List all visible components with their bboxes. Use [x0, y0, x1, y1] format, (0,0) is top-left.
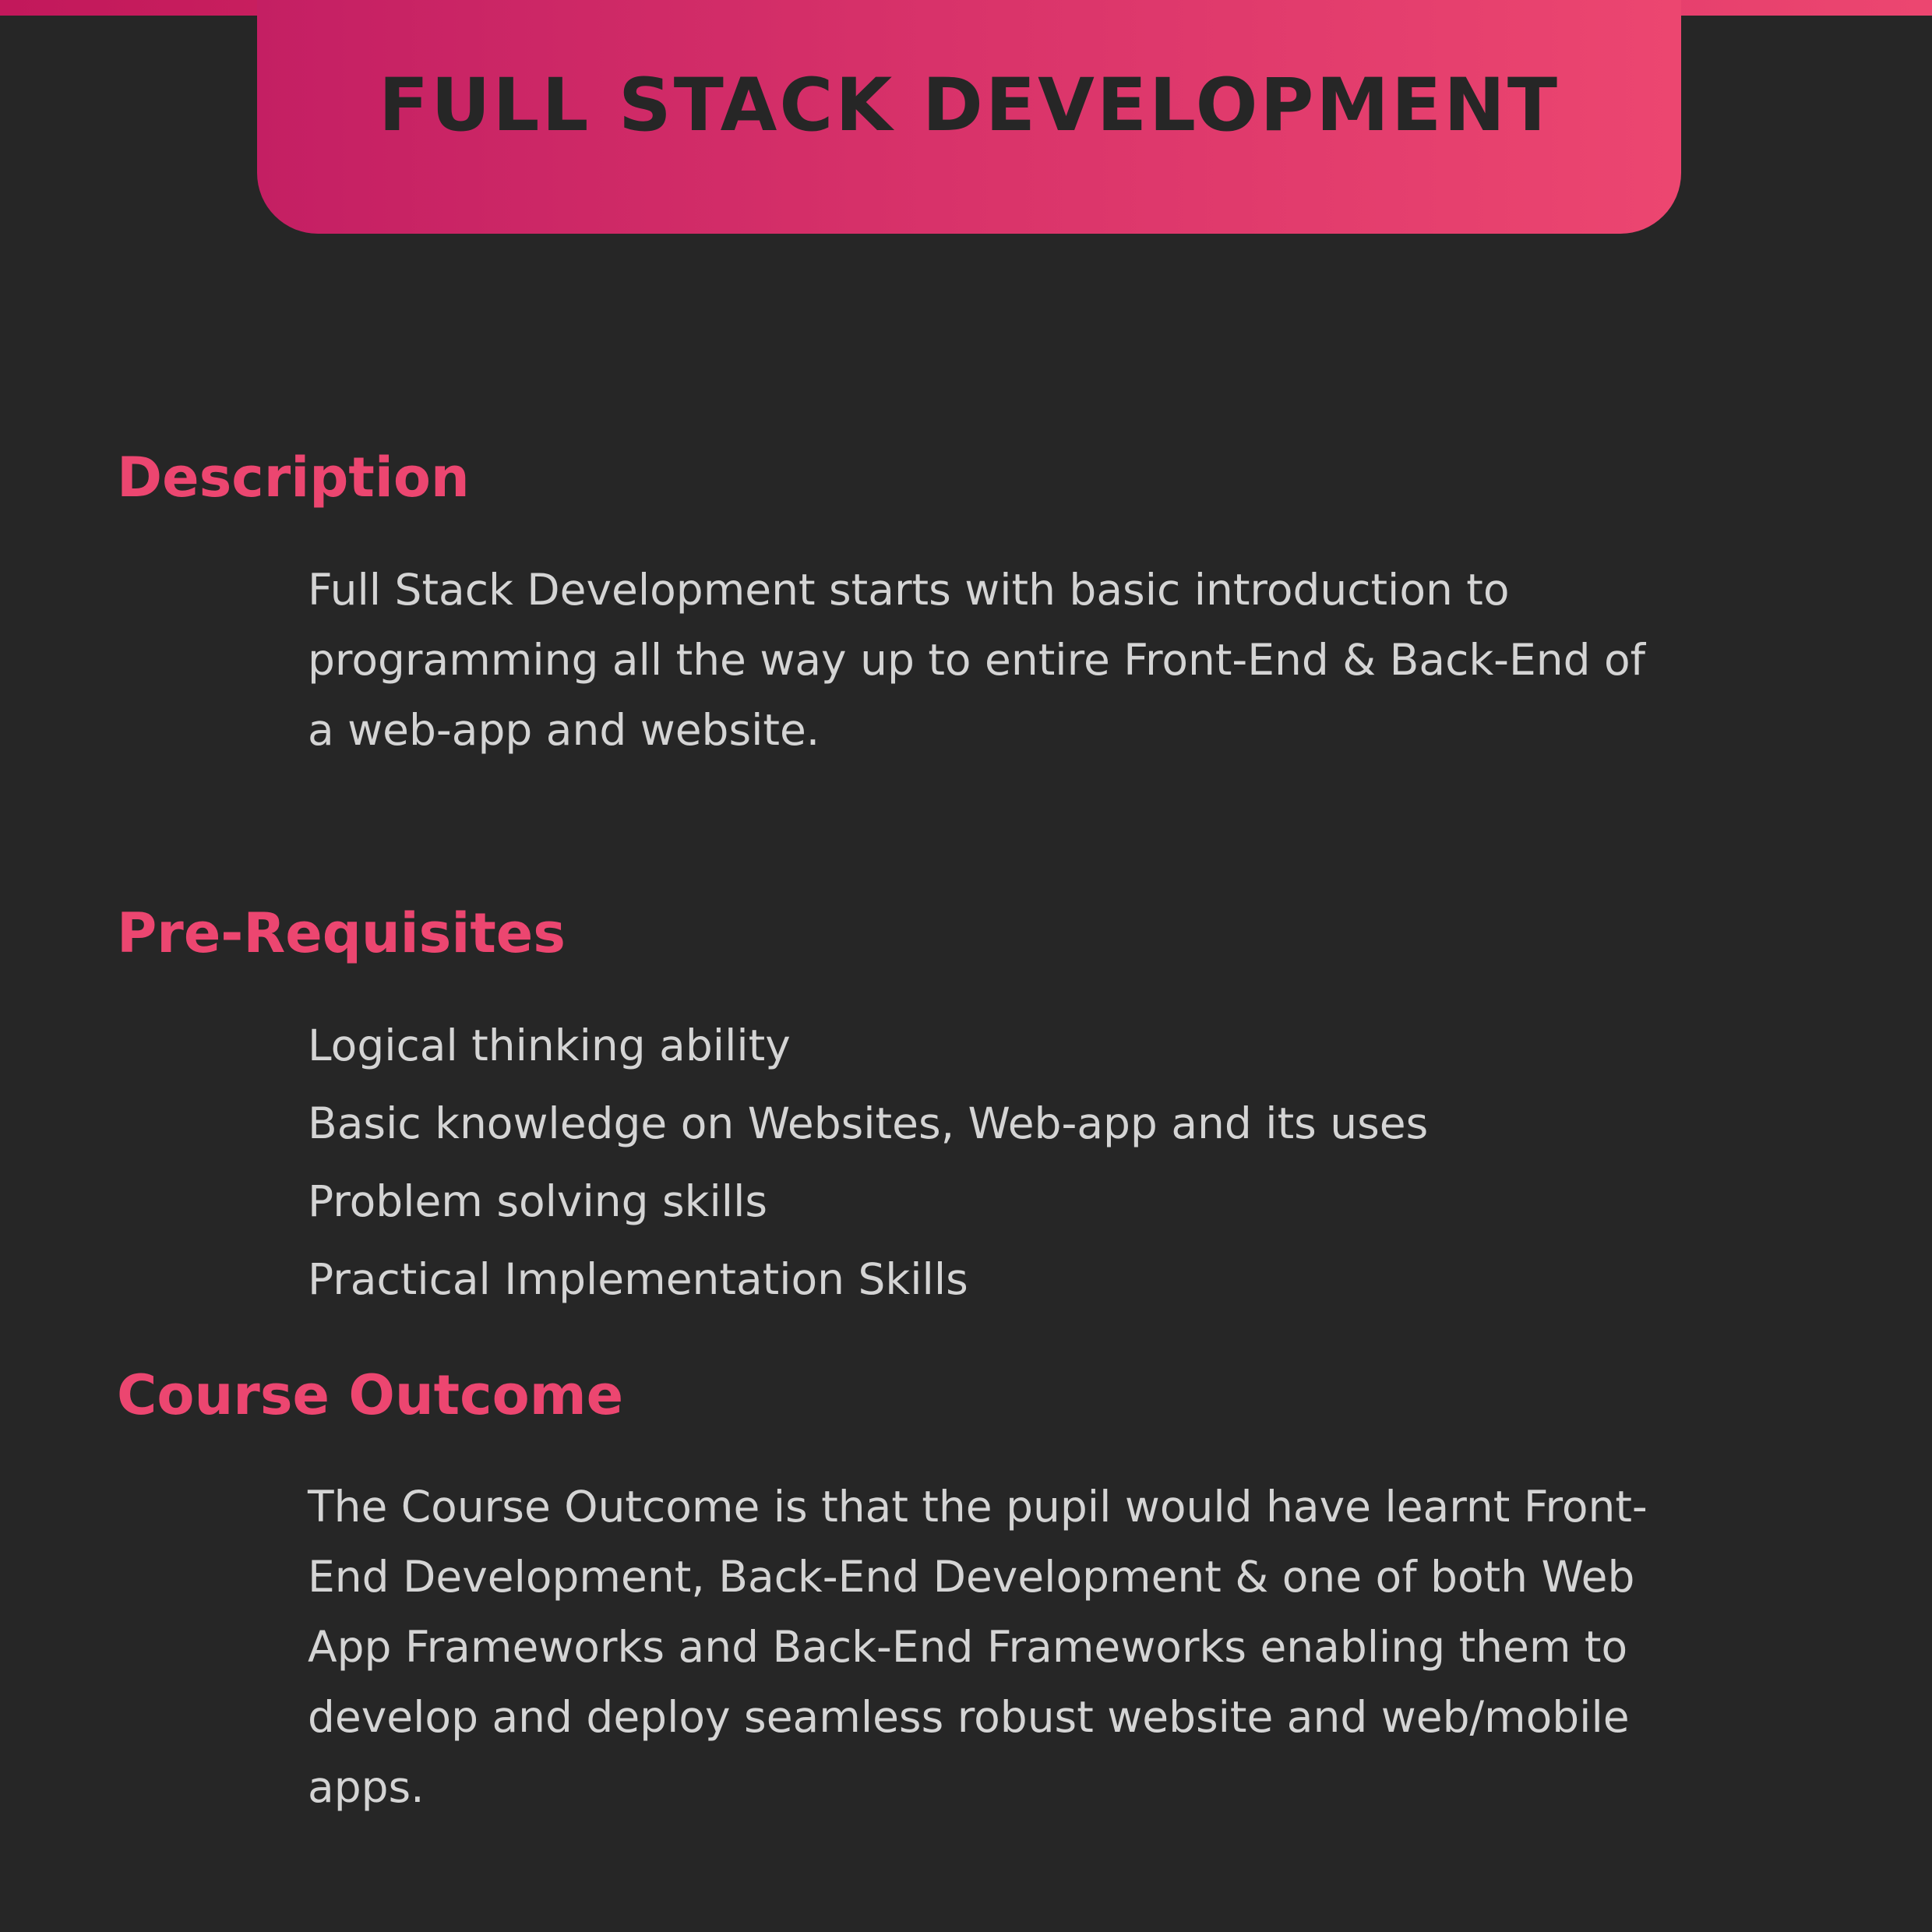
- description-heading: Description: [117, 446, 470, 509]
- outcome-heading: Course Outcome: [117, 1363, 624, 1427]
- prerequisite-item: Practical Implementation Skills: [308, 1254, 968, 1304]
- description-text: Full Stack Development starts with basic…: [308, 565, 1646, 755]
- prerequisites-heading: Pre-Requisites: [117, 901, 566, 965]
- prerequisite-item: Problem solving skills: [308, 1176, 768, 1226]
- page-title: FULL STACK DEVELOPMENT: [379, 62, 1560, 148]
- prerequisites-list: Logical thinking ability Basic knowledge…: [308, 1007, 1648, 1318]
- prerequisite-item: Logical thinking ability: [308, 1021, 791, 1070]
- outcome-text: The Course Outcome is that the pupil wou…: [308, 1482, 1648, 1812]
- prerequisite-item: Basic knowledge on Websites, Web-app and…: [308, 1098, 1429, 1148]
- title-banner: FULL STACK DEVELOPMENT: [257, 0, 1681, 234]
